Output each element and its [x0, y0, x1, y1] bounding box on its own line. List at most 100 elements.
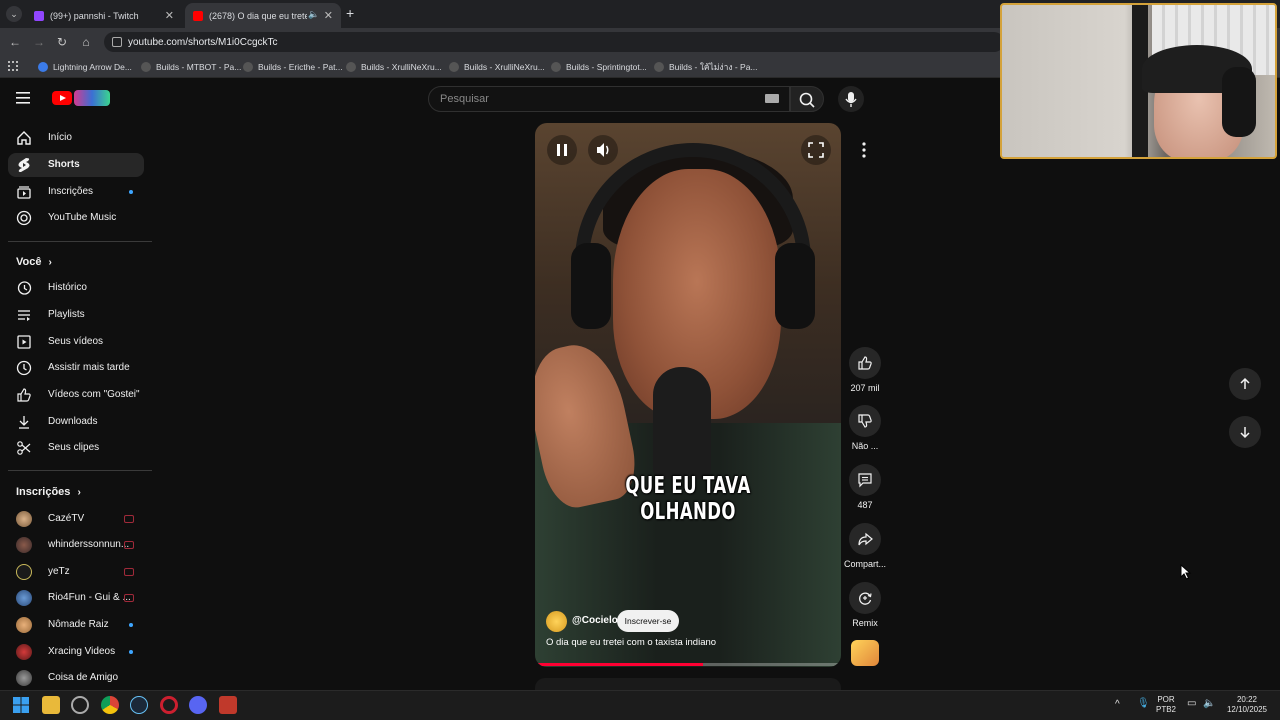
video-title[interactable]: O dia que eu tretei com o taxista indian…	[546, 637, 716, 648]
video-frame-microphone	[653, 367, 711, 479]
twitch-icon	[34, 10, 44, 21]
sound-thumbnail[interactable]	[851, 640, 879, 666]
youtube-doodle-logo[interactable]	[74, 90, 110, 106]
windows-start-icon[interactable]	[12, 696, 30, 714]
bookmark-item[interactable]: Lightning Arrow De...	[38, 60, 132, 74]
like-action[interactable]: 207 mil	[844, 347, 886, 393]
sidebar-item-history[interactable]: Histórico	[8, 276, 144, 300]
search-input[interactable]: Pesquisar	[428, 86, 790, 112]
sidebar-item-your-videos[interactable]: Seus vídeos	[8, 330, 144, 354]
like-button[interactable]	[849, 347, 881, 379]
comments-button[interactable]	[849, 464, 881, 496]
reload-icon[interactable]: ↻	[53, 33, 71, 51]
sidebar-subscription-item[interactable]: Coisa de Amigo	[8, 666, 144, 690]
microphone-icon[interactable]: 🎙	[1137, 699, 1150, 709]
sidebar-subscription-item[interactable]: Rio4Fun - Gui & ...	[8, 586, 144, 610]
next-short-preview[interactable]	[535, 678, 841, 690]
pause-icon	[557, 144, 567, 156]
close-icon[interactable]: ✕	[165, 9, 174, 22]
tab-list-chevron-icon[interactable]: ⌄	[6, 6, 22, 22]
sidebar-item-playlists[interactable]: Playlists	[8, 303, 144, 327]
youtube-logo[interactable]	[52, 91, 72, 105]
bookmark-item[interactable]: Builds - Ericthe - Pat...	[243, 60, 343, 74]
steam-icon[interactable]	[130, 696, 148, 714]
bookmark-favicon-icon	[449, 62, 459, 72]
sidebar-you-header[interactable]: Você ›	[16, 256, 52, 268]
sidebar-subscription-item[interactable]: yeTz	[8, 560, 144, 584]
channel-name[interactable]: @Cocielo	[572, 615, 618, 626]
bookmark-item[interactable]: Builds - XrulliNeXru...	[449, 60, 545, 74]
tab-youtube[interactable]: (2678) O dia que eu tretei c 🔈 ✕	[185, 3, 341, 28]
sidebar-subscription-item[interactable]: Xracing Videos	[8, 640, 144, 664]
share-button[interactable]	[849, 523, 881, 555]
remix-label: Remix	[852, 618, 878, 628]
speaker-icon[interactable]: 🔈	[1203, 699, 1215, 709]
sidebar-item-subscriptions[interactable]: Inscrições	[8, 180, 144, 204]
sidebar-item-your-clips[interactable]: Seus clipes	[8, 436, 144, 460]
clock[interactable]: 20:22 12/10/2025	[1222, 695, 1272, 715]
discord-icon[interactable]	[189, 696, 207, 714]
sidebar-subscription-item[interactable]: Nômade Raiz	[8, 613, 144, 637]
sidebar-subscription-item[interactable]: CazéTV	[8, 507, 144, 531]
file-explorer-icon[interactable]	[42, 696, 60, 714]
app-icon[interactable]	[219, 696, 237, 714]
apps-grid-icon[interactable]	[8, 61, 18, 71]
bookmark-item[interactable]: Builds - ใค้ไม่ง่าง - Pa...	[654, 60, 758, 74]
speaker-icon[interactable]: 🔈	[308, 9, 319, 20]
voice-search-button[interactable]	[838, 86, 864, 112]
fullscreen-icon	[808, 142, 824, 158]
shorts-video-player[interactable]: QUE EU TAVA OLHANDO @Cocielo Inscrever-s…	[535, 123, 841, 667]
comments-action[interactable]: 487	[844, 464, 886, 510]
youtube-music-icon	[16, 210, 32, 226]
video-frame-headphone-cup	[571, 243, 611, 329]
volume-button[interactable]	[588, 135, 618, 165]
sidebar-item-youtube-music[interactable]: YouTube Music	[8, 206, 144, 230]
new-tab-button[interactable]: +	[346, 5, 354, 21]
sidebar-item-liked-videos[interactable]: Vídeos com "Gostei"	[8, 383, 144, 407]
dislike-button[interactable]	[849, 405, 881, 437]
address-bar[interactable]: youtube.com/shorts/M1i0CcgckTc	[104, 32, 1004, 52]
remix-action[interactable]: Remix	[844, 582, 886, 628]
share-action[interactable]: Compart...	[844, 523, 886, 569]
previous-short-button[interactable]	[1229, 368, 1261, 400]
dislike-label: Não ...	[851, 441, 879, 451]
chrome-icon[interactable]	[101, 696, 119, 714]
network-icon[interactable]: ▭	[1187, 699, 1196, 709]
bookmark-favicon-icon	[141, 62, 151, 72]
channel-avatar[interactable]	[546, 611, 567, 632]
pause-button[interactable]	[547, 135, 577, 165]
home-icon[interactable]: ⌂	[77, 33, 95, 51]
subscribe-button[interactable]: Inscrever-se	[617, 610, 679, 632]
dislike-action[interactable]: Não ...	[844, 405, 886, 451]
tab-twitch[interactable]: (99+) pannshi - Twitch ✕	[26, 3, 182, 28]
keyboard-layout[interactable]: POR PTB2	[1156, 695, 1176, 715]
playlists-icon	[16, 307, 32, 323]
sidebar-subscriptions-header[interactable]: Inscrições ›	[16, 486, 81, 498]
forward-icon[interactable]: →	[30, 33, 48, 51]
site-info-icon[interactable]	[112, 37, 122, 47]
bookmark-item[interactable]: Builds - Sprintingtot...	[551, 60, 647, 74]
bookmark-item[interactable]: Builds - XrulliNeXru...	[346, 60, 442, 74]
bookmark-item[interactable]: Builds - MTBOT - Pa...	[141, 60, 241, 74]
tray-chevron-icon[interactable]: ^	[1115, 700, 1120, 710]
keyboard-icon[interactable]	[765, 94, 779, 103]
sidebar-subscription-item[interactable]: whinderssonnun...	[8, 533, 144, 557]
fullscreen-button[interactable]	[801, 135, 831, 165]
back-icon[interactable]: ←	[6, 33, 24, 51]
opera-icon[interactable]	[160, 696, 178, 714]
more-options-button[interactable]	[849, 135, 879, 165]
sidebar-item-home[interactable]: Início	[8, 126, 144, 150]
avatar	[16, 590, 32, 606]
new-content-dot	[129, 190, 133, 194]
search-button[interactable]	[790, 86, 824, 112]
progress-bar[interactable]	[535, 663, 841, 666]
sidebar-item-downloads[interactable]: Downloads	[8, 410, 144, 434]
sidebar-item-watch-later[interactable]: Assistir mais tarde	[8, 356, 144, 380]
sidebar-item-shorts[interactable]: Shorts	[8, 153, 144, 177]
hamburger-menu-icon[interactable]	[16, 92, 32, 104]
next-short-button[interactable]	[1229, 416, 1261, 448]
youtube-icon	[193, 10, 203, 21]
close-icon[interactable]: ✕	[324, 9, 333, 22]
remix-button[interactable]	[849, 582, 881, 614]
app-icon[interactable]	[71, 696, 89, 714]
